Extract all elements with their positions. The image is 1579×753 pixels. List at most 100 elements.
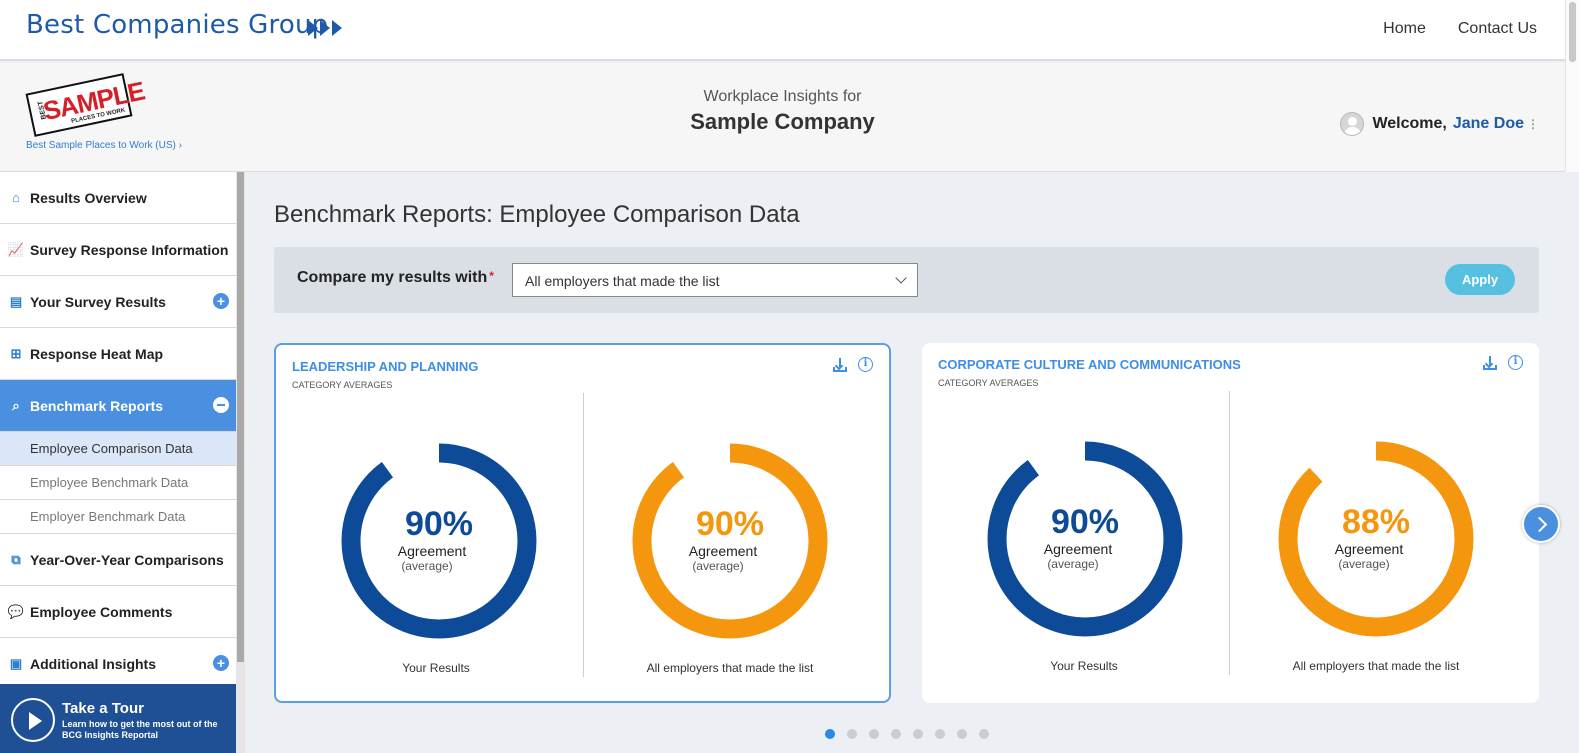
donut-caption: All employers that made the list xyxy=(1292,659,1460,673)
sidebar-item-benchmark-reports[interactable]: ⌕ Benchmark Reports xyxy=(0,380,236,432)
sidebar-item-employee-comments[interactable]: 💬 Employee Comments xyxy=(0,586,236,638)
donut-sublabel: (average) xyxy=(1047,557,1099,571)
user-menu[interactable]: Welcome, Jane Doe ⋮ xyxy=(1340,112,1539,136)
donut-caption: Your Results xyxy=(1050,659,1118,673)
comments-icon: 💬 xyxy=(7,603,25,619)
pagination-dot[interactable] xyxy=(891,729,901,739)
carousel-next-button[interactable] xyxy=(1522,505,1560,543)
magnify-chart-icon: ⌕ xyxy=(12,397,20,413)
category-card[interactable]: Corporate Culture and Communications Cat… xyxy=(922,343,1539,703)
home-icon: ⌂ xyxy=(12,190,20,205)
tour-title: Take a Tour xyxy=(62,700,144,717)
compare-icon: ⧉ xyxy=(11,551,21,567)
sidebar-nav: ⌂ Results Overview 📈 Survey Response Inf… xyxy=(0,172,236,753)
take-a-tour-button[interactable]: Take a Tour Learn how to get the most ou… xyxy=(0,684,236,753)
page-title: Benchmark Reports: Employee Comparison D… xyxy=(274,201,800,228)
sidebar-item-label: Your Survey Results xyxy=(30,293,166,310)
company-name: Sample Company xyxy=(690,109,875,134)
required-asterisk: * xyxy=(489,269,494,283)
compare-select-value: All employers that made the list xyxy=(525,273,720,289)
pagination-dot[interactable] xyxy=(913,729,923,739)
user-name[interactable]: Jane Doe xyxy=(1453,115,1524,133)
card-subtitle: Category Averages xyxy=(292,380,393,390)
expand-plus-icon[interactable]: + xyxy=(213,293,229,309)
brand-logo-text[interactable]: Best Companies Group xyxy=(26,10,328,40)
compare-label-text: Compare my results with xyxy=(297,269,488,286)
sidebar-item-label: Response Heat Map xyxy=(30,345,164,362)
donut-label: Agreement xyxy=(688,543,758,559)
program-link[interactable]: Best Sample Places to Work (US) › xyxy=(26,140,182,151)
sidebar-item-label: Results Overview xyxy=(30,189,147,206)
donut-chart: 90% Agreement (average) xyxy=(620,435,840,655)
home-link[interactable]: Home xyxy=(1383,20,1426,38)
sidebar-scrollbar[interactable] xyxy=(236,172,245,753)
sidebar-item-year-over-year[interactable]: ⧉ Year-Over-Year Comparisons xyxy=(0,534,236,586)
card-divider xyxy=(583,393,584,677)
sidebar-item-your-survey-results[interactable]: ▤ Your Survey Results + xyxy=(0,276,236,328)
brand-arrows-icon xyxy=(308,20,344,36)
donut-label: Agreement xyxy=(1334,541,1404,557)
donut-caption: Your Results xyxy=(402,661,470,675)
pagination-dot[interactable] xyxy=(825,729,835,739)
tour-subtitle: Learn how to get the most out of the BCG… xyxy=(62,719,218,740)
card-title: Corporate Culture and Communications xyxy=(938,357,1241,372)
donut-sublabel: (average) xyxy=(692,559,744,573)
sidebar-subitem-employer-benchmark-data[interactable]: Employer Benchmark Data xyxy=(0,500,236,534)
sidebar-item-label: Employee Comments xyxy=(30,603,173,620)
page-scrollbar[interactable] xyxy=(1565,0,1579,172)
donut-percent: 88% xyxy=(1341,503,1411,541)
category-card[interactable]: Leadership and Planning Category Average… xyxy=(274,343,891,703)
chart-icon: 📈 xyxy=(7,241,25,257)
compare-label: Compare my results with * xyxy=(297,269,494,287)
donut-sublabel: (average) xyxy=(401,559,453,573)
insights-icon: ▣ xyxy=(9,655,23,671)
donut-chart: 88% Agreement (average) xyxy=(1266,433,1486,653)
company-header: BEST SAMPLE PLACES TO WORK Best Sample P… xyxy=(0,63,1565,172)
donut-label: Agreement xyxy=(397,543,467,559)
sidebar-item-label: Year-Over-Year Comparisons xyxy=(30,551,224,568)
info-icon[interactable]: i xyxy=(858,357,873,372)
donut-chart: 90% Agreement (average) xyxy=(329,435,549,655)
pagination-dot[interactable] xyxy=(847,729,857,739)
welcome-text: Welcome, xyxy=(1372,115,1447,132)
info-icon[interactable]: i xyxy=(1508,355,1523,370)
avatar-icon xyxy=(1340,112,1365,136)
donut-percent: 90% xyxy=(695,505,765,543)
donut-label: Agreement xyxy=(1043,541,1113,557)
pagination-dot[interactable] xyxy=(979,729,989,739)
sidebar-item-label: Benchmark Reports xyxy=(30,397,164,414)
download-icon[interactable] xyxy=(1482,355,1498,371)
sidebar-item-survey-response-information[interactable]: 📈 Survey Response Information xyxy=(0,224,236,276)
heatmap-icon: ⊞ xyxy=(10,345,22,361)
top-navbar: Best Companies Group Home Contact Us xyxy=(0,0,1565,61)
donut-chart: 90% Agreement (average) xyxy=(975,433,1195,653)
collapse-minus-icon[interactable] xyxy=(213,397,229,413)
kebab-menu-icon[interactable]: ⋮ xyxy=(1527,117,1539,131)
sidebar-item-additional-insights[interactable]: ▣ Additional Insights + xyxy=(0,638,236,690)
donut-percent: 90% xyxy=(404,505,474,543)
chevron-down-icon xyxy=(895,272,907,284)
card-divider xyxy=(1229,391,1230,675)
card-title: Leadership and Planning xyxy=(292,359,479,374)
expand-plus-icon[interactable]: + xyxy=(213,655,229,671)
clipboard-icon: ▤ xyxy=(9,293,23,309)
pagination-dot[interactable] xyxy=(957,729,967,739)
download-icon[interactable] xyxy=(832,357,848,373)
sidebar-item-results-overview[interactable]: ⌂ Results Overview xyxy=(0,172,236,224)
header-subtitle: Workplace Insights for xyxy=(703,88,862,105)
contact-us-link[interactable]: Contact Us xyxy=(1458,20,1537,38)
sidebar-item-label: Additional Insights xyxy=(30,655,156,672)
donut-percent: 90% xyxy=(1050,503,1120,541)
pagination-dot[interactable] xyxy=(935,729,945,739)
apply-button[interactable]: Apply xyxy=(1445,264,1515,295)
pagination-dot[interactable] xyxy=(869,729,879,739)
sidebar-item-label: Survey Response Information xyxy=(30,241,229,258)
compare-select[interactable]: All employers that made the list xyxy=(512,263,918,297)
sidebar-subitem-employee-comparison-data[interactable]: Employee Comparison Data xyxy=(0,432,236,466)
carousel-pagination xyxy=(825,729,989,739)
donut-sublabel: (average) xyxy=(1338,557,1390,571)
sidebar-item-response-heat-map[interactable]: ⊞ Response Heat Map xyxy=(0,328,236,380)
play-icon xyxy=(11,698,55,742)
sidebar-subitem-employee-benchmark-data[interactable]: Employee Benchmark Data xyxy=(0,466,236,500)
compare-filter-bar: Compare my results with * All employers t… xyxy=(274,247,1539,313)
